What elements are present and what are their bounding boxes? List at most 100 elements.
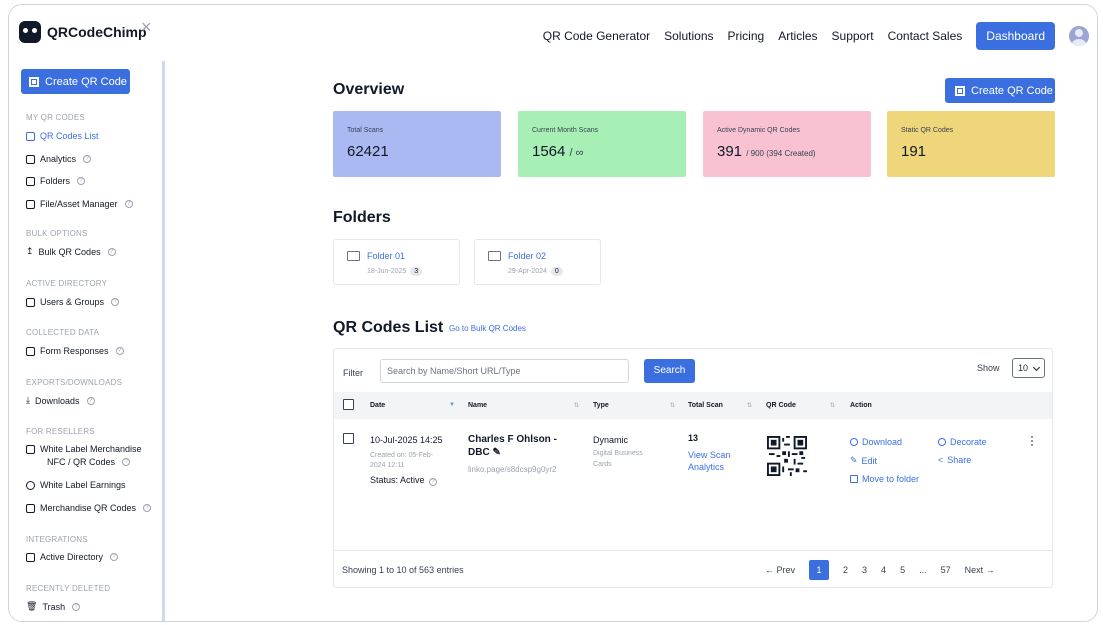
nav-contact-sales[interactable]: Contact Sales [888,29,963,43]
pencil-icon: ✎ [850,455,858,465]
decorate-action[interactable]: Decorate [938,437,987,447]
edit-action[interactable]: ✎ Edit [850,455,877,466]
share-action[interactable]: < Share [938,455,971,465]
help-icon[interactable]: ? [122,458,131,466]
sort-icon[interactable]: ⇅ [747,402,752,409]
nav-support[interactable]: Support [832,29,874,43]
nav-articles[interactable]: Articles [778,29,817,43]
share-icon: < [938,455,944,465]
help-icon[interactable]: ? [77,177,86,185]
sidebar-item-downloads[interactable]: ⤓ Downloads? [26,395,95,406]
download-icon: ⤓ [26,395,30,405]
download-icon [850,438,858,446]
sidebar-item-bulk-qr-codes[interactable]: ↥ Bulk QR Codes? [26,246,116,257]
user-avatar-icon[interactable] [1069,26,1089,46]
pagination: ← Prev 1 2 3 4 5 ... 57 Next → [765,560,995,580]
qr-name-line2[interactable]: DBC ✎ [468,447,501,458]
qr-list-title: QR Codes List [333,319,444,336]
help-icon[interactable]: ? [72,602,81,611]
move-to-folder-action[interactable]: Move to folder [850,474,919,484]
sort-desc-icon[interactable]: ▼ [449,402,455,408]
col-date[interactable]: Date [370,402,385,409]
sidebar-item-merchandise-qr-codes[interactable]: Merchandise QR Codes? [26,503,152,513]
sort-icon[interactable]: ⇅ [670,402,675,409]
sidebar-item-users-groups[interactable]: Users & Groups? [26,297,120,307]
go-to-bulk-link[interactable]: Go to Bulk QR Codes [449,324,526,333]
help-icon[interactable]: ? [83,155,92,163]
sidebar-item-qr-codes-list[interactable]: QR Codes List [26,131,99,141]
next-page-button[interactable]: Next → [965,565,995,575]
help-icon[interactable]: ? [111,298,120,306]
sidebar-item-folders[interactable]: Folders? [26,176,86,186]
help-icon[interactable]: ? [143,504,152,512]
col-name[interactable]: Name [468,402,487,409]
col-total-scan[interactable]: Total Scan [688,402,723,409]
folder-card[interactable]: Folder 02 29-Apr-2024 0 [474,239,601,285]
folder-icon [26,176,35,186]
folders-title: Folders [333,209,391,226]
sidebar-item-white-label-earnings[interactable]: White Label Earnings [26,480,126,490]
file-icon [26,199,35,209]
help-icon[interactable]: ? [124,200,133,208]
more-options-icon[interactable] [1031,436,1034,448]
page-5-button[interactable]: 5 [900,565,905,575]
help-icon[interactable]: ? [110,553,119,561]
sidebar-item-nfc-qr-codes[interactable]: NFC / QR Codes? [47,457,131,467]
help-icon[interactable]: ? [115,347,124,355]
page-ellipsis: ... [919,565,927,575]
folder-card[interactable]: Folder 01 18-Jun-2025 3 [333,239,460,285]
section-my-qr-codes: MY QR CODES [26,113,85,122]
sidebar-item-analytics[interactable]: Analytics? [26,154,92,164]
nav-solutions[interactable]: Solutions [664,29,713,43]
gift-icon [26,503,35,513]
nav-qr-code-generator[interactable]: QR Code Generator [543,29,650,43]
view-scan-analytics-link-line2[interactable]: Analytics [688,462,724,472]
help-icon[interactable]: ? [86,396,95,405]
section-bulk-options: BULK OPTIONS [26,229,88,238]
page-2-button[interactable]: 2 [843,565,848,575]
form-icon [26,346,35,356]
sidebar-item-trash[interactable]: 🗑 Trash? [26,601,81,612]
dashboard-button[interactable]: Dashboard [976,22,1055,50]
page-size-select[interactable]: 10 [1012,358,1045,378]
search-input[interactable] [380,359,629,383]
page-3-button[interactable]: 3 [862,565,867,575]
col-type[interactable]: Type [593,402,609,409]
section-collected-data: COLLECTED DATA [26,328,100,337]
section-active-directory: ACTIVE DIRECTORY [26,279,108,288]
view-scan-analytics-link[interactable]: View Scan [688,450,730,460]
bar-chart-icon [26,154,35,164]
help-icon[interactable]: ? [107,247,116,256]
sidebar: Create QR Code MY QR CODES QR Codes List… [9,61,165,621]
directory-icon [26,552,35,562]
sidebar-item-file-asset-manager[interactable]: File/Asset Manager? [26,199,133,209]
search-button[interactable]: Search [644,359,695,383]
main-nav: QR Code Generator Solutions Pricing Arti… [543,22,1089,50]
sort-icon[interactable]: ⇅ [830,402,835,409]
status-text: Status: Active ? [370,475,438,486]
brand-name: QRCodeChimp [47,24,147,40]
sidebar-create-qr-button[interactable]: Create QR Code [21,69,130,94]
brand-logo[interactable]: QRCodeChimp [19,21,147,43]
page-57-button[interactable]: 57 [941,565,951,575]
close-sidebar-icon[interactable]: × [141,17,152,38]
download-action[interactable]: Download [850,437,902,447]
folder-icon [488,251,501,261]
create-qr-code-button[interactable]: Create QR Code [945,78,1055,103]
select-all-checkbox[interactable] [343,399,354,410]
sidebar-item-active-directory[interactable]: Active Directory? [26,552,119,562]
page-1-button[interactable]: 1 [809,560,830,580]
folder-count-badge: 3 [410,267,423,276]
sort-icon[interactable]: ⇅ [574,402,579,409]
sidebar-item-white-label-merchandise[interactable]: White Label Merchandise [26,444,142,454]
qr-short-url[interactable]: linko.page/s8dcsp9g0yr2 [468,465,557,474]
prev-page-button[interactable]: ← Prev [765,565,795,575]
page-4-button[interactable]: 4 [881,565,886,575]
top-navigation: QRCodeChimp × QR Code Generator Solution… [9,5,1097,61]
nav-pricing[interactable]: Pricing [728,29,765,43]
sidebar-item-form-responses[interactable]: Form Responses? [26,346,124,356]
row-checkbox[interactable] [343,433,354,444]
qr-code-image[interactable] [767,436,807,476]
table-header: Date ▼ Name ⇅ Type ⇅ Total Scan ⇅ QR Cod… [334,392,1052,419]
qr-name[interactable]: Charles F Ohlson - [468,434,557,445]
